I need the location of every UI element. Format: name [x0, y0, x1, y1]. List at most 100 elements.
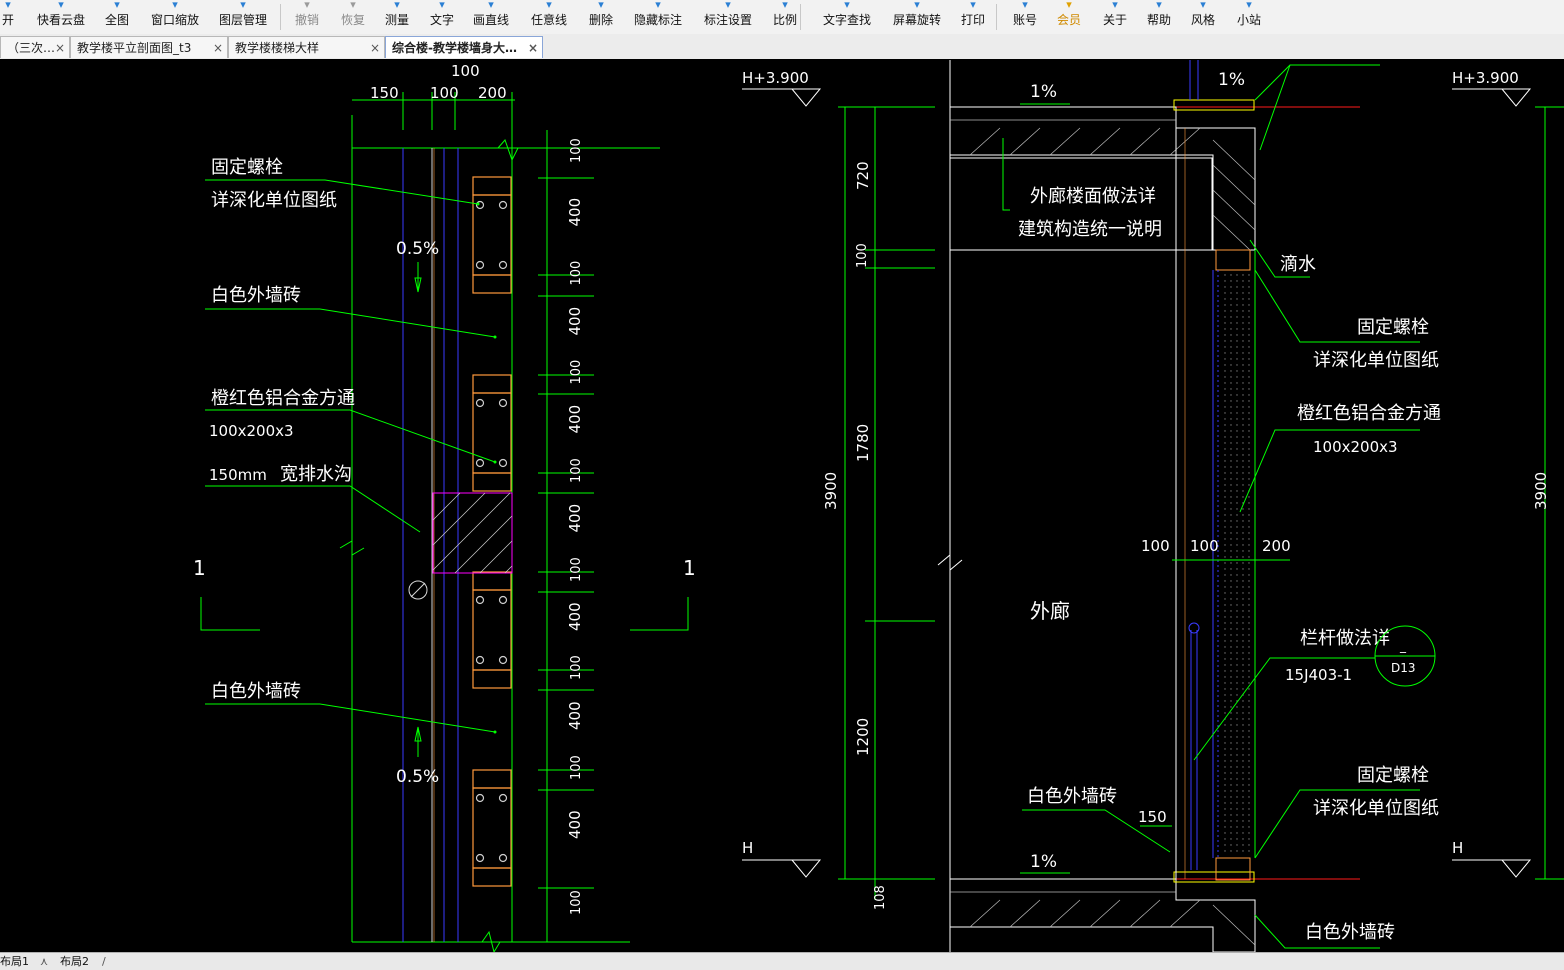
hatch-dot	[1236, 574, 1238, 576]
hatch-dot	[1230, 610, 1232, 612]
layout-tab-1[interactable]: 布局1	[0, 955, 29, 969]
hatch-dot	[1224, 724, 1226, 726]
dim-h-200: 200	[1262, 537, 1291, 555]
toolbar-button-line[interactable]: ▾ 画直线	[470, 0, 512, 34]
close-tab-icon[interactable]: ×	[528, 37, 538, 58]
annotation-settings-icon: ▾	[725, 0, 731, 10]
hatch-dot	[1230, 850, 1232, 852]
hatch-dot	[1242, 790, 1244, 792]
layout-tab-2[interactable]: 布局2	[60, 955, 89, 969]
toolbar-button-vip[interactable]: ▾ 会员	[1052, 0, 1086, 34]
hatch-dot	[1242, 550, 1244, 552]
toolbar-button-window-zoom[interactable]: ▾ 窗口缩放	[146, 0, 204, 34]
hatch-dot	[1242, 748, 1244, 750]
hatch-dot	[1248, 820, 1250, 822]
dimension-value: 400	[566, 701, 584, 730]
toolbar-button-rotate-screen[interactable]: ▾ 屏幕旋转	[888, 0, 946, 34]
dimension-value: 100	[569, 360, 584, 385]
document-tab[interactable]: 教学楼平立剖面图_t3 ×	[70, 36, 228, 58]
toolbar-button-print[interactable]: ▾ 打印	[956, 0, 990, 34]
hatch-dot	[1242, 400, 1244, 402]
hide-annotation-icon: ▾	[655, 0, 661, 10]
hatch-dot	[1236, 538, 1238, 540]
toolbar-button-open[interactable]: ▾ 开	[0, 0, 16, 34]
hatch-dot	[1224, 850, 1226, 852]
label-tile-bottom-right: 白色外墙砖	[1305, 922, 1395, 943]
hatch-dot	[1248, 472, 1250, 474]
dimension-value: 400	[566, 810, 584, 839]
hatch-dot	[1224, 460, 1226, 462]
hatch-dot	[1224, 670, 1226, 672]
document-tab[interactable]: （三次… ×	[0, 36, 70, 58]
close-tab-icon[interactable]: ×	[55, 37, 65, 58]
toolbar-button-text-search[interactable]: ▾ 文字查找	[818, 0, 876, 34]
hatch-dot	[1236, 358, 1238, 360]
hatch-dot	[1242, 778, 1244, 780]
toolbar-button-fit-view[interactable]: ▾ 全图	[100, 0, 134, 34]
toolbar-button-undo[interactable]: ▾ 撤销	[290, 0, 324, 34]
hatch-dot	[1242, 394, 1244, 396]
hatch-dot	[1224, 562, 1226, 564]
hatch-dot	[1230, 556, 1232, 558]
hatch-dot	[1230, 436, 1232, 438]
toolbar-button-account[interactable]: ▾ 账号	[1008, 0, 1042, 34]
toolbar-button-delete[interactable]: ▾ 删除	[584, 0, 618, 34]
hatch-dot	[1236, 706, 1238, 708]
hatch-dot	[1224, 658, 1226, 660]
hatch-dot	[1242, 706, 1244, 708]
hatch-dot	[1224, 616, 1226, 618]
close-tab-icon[interactable]: ×	[370, 37, 380, 58]
hatch-dot	[1230, 316, 1232, 318]
toolbar-button-station[interactable]: ▾ 小站	[1232, 0, 1266, 34]
hatch-dot	[1224, 742, 1226, 744]
toolbar-button-scale[interactable]: ▾ 比例	[768, 0, 802, 34]
delete-icon: ▾	[598, 0, 604, 10]
elevation-top-right: H+3.900	[1452, 69, 1519, 87]
document-tab[interactable]: 教学楼楼梯大样 ×	[228, 36, 385, 58]
hatch-dot	[1236, 442, 1238, 444]
toolbar-button-redo[interactable]: ▾ 恢复	[336, 0, 370, 34]
drawing-canvas[interactable]: 150 100 200 100 0.5% 0.5% 固定螺栓 详深化单位图纸 白…	[0, 59, 1564, 952]
cad-drawing[interactable]: 150 100 200 100 0.5% 0.5% 固定螺栓 详深化单位图纸 白…	[0, 59, 1564, 952]
hatch-dot	[1224, 838, 1226, 840]
hatch-dot	[1242, 652, 1244, 654]
hatch-dot	[1236, 562, 1238, 564]
toolbar-label: 画直线	[472, 13, 509, 27]
toolbar-button-text[interactable]: ▾ 文字	[425, 0, 459, 34]
toolbar-button-layers[interactable]: ▾ 图层管理	[214, 0, 272, 34]
toolbar-button-freeline[interactable]: ▾ 任意线	[528, 0, 570, 34]
hatch-dot	[1224, 778, 1226, 780]
hatch-dot	[1248, 838, 1250, 840]
hatch-dot	[1230, 802, 1232, 804]
aluminum-tube-part	[475, 458, 485, 468]
hatch-dot	[1242, 784, 1244, 786]
toolbar-button-measure[interactable]: ▾ 测量	[380, 0, 414, 34]
dim-200: 200	[478, 84, 507, 102]
hatch-dot	[1242, 298, 1244, 300]
hatch-dot	[1230, 706, 1232, 708]
hatch-dot	[1248, 292, 1250, 294]
hatch-dot	[1224, 382, 1226, 384]
hatch-dot	[1248, 772, 1250, 774]
hatch-dot	[1224, 472, 1226, 474]
hatch-dot	[1236, 646, 1238, 648]
hatch-dot	[1236, 388, 1238, 390]
document-tab[interactable]: 综合楼-教学楼墙身大… ×	[385, 36, 543, 58]
hatch-dot	[1242, 844, 1244, 846]
right-wall-detail: H+3.900 H+3.900 H H 720 100 1780 1200 39…	[742, 60, 1564, 952]
hatch-dot	[1230, 520, 1232, 522]
hatch-dot	[1236, 604, 1238, 606]
toolbar-button-style[interactable]: ▾ 风格	[1186, 0, 1220, 34]
hatch-dot	[1236, 412, 1238, 414]
toolbar-button-annotation-settings[interactable]: ▾ 标注设置	[700, 0, 756, 34]
toolbar-label: 比例	[772, 13, 797, 27]
measure-icon: ▾	[394, 0, 400, 10]
toolbar-button-hide-annotation[interactable]: ▾ 隐藏标注	[630, 0, 686, 34]
hatch-dot	[1230, 346, 1232, 348]
hatch-dot	[1224, 766, 1226, 768]
toolbar-button-cloud[interactable]: ▾ 快看云盘	[32, 0, 90, 34]
hatch-dot	[1236, 754, 1238, 756]
close-tab-icon[interactable]: ×	[213, 37, 223, 58]
toolbar-button-help[interactable]: ▾ 帮助	[1142, 0, 1176, 34]
toolbar-button-about[interactable]: ▾ 关于	[1098, 0, 1132, 34]
